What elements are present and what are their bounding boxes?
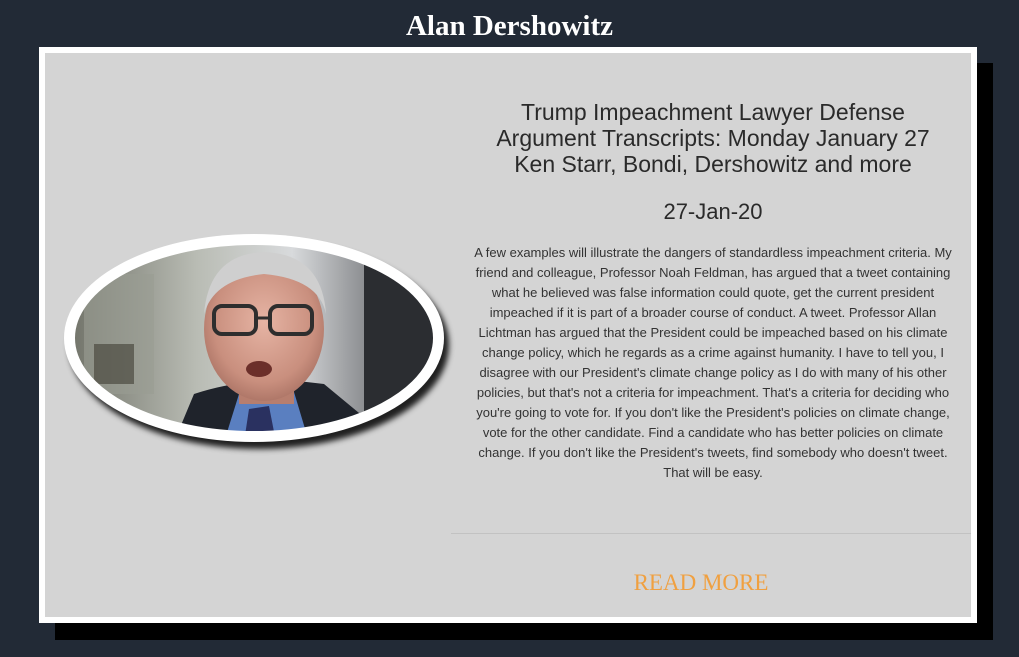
read-more-link[interactable]: READ MORE (451, 569, 951, 597)
article-content: Trump Impeachment Lawyer Defense Argumen… (457, 99, 969, 483)
article-excerpt: A few examples will illustrate the dange… (474, 245, 952, 480)
page-title: Alan Dershowitz (405, 10, 613, 42)
divider (451, 533, 971, 534)
author-photo (64, 234, 444, 442)
article-headline[interactable]: Trump Impeachment Lawyer Defense Argumen… (457, 99, 969, 177)
article-card: Trump Impeachment Lawyer Defense Argumen… (39, 47, 977, 623)
article-date: 27-Jan-20 (663, 199, 763, 224)
